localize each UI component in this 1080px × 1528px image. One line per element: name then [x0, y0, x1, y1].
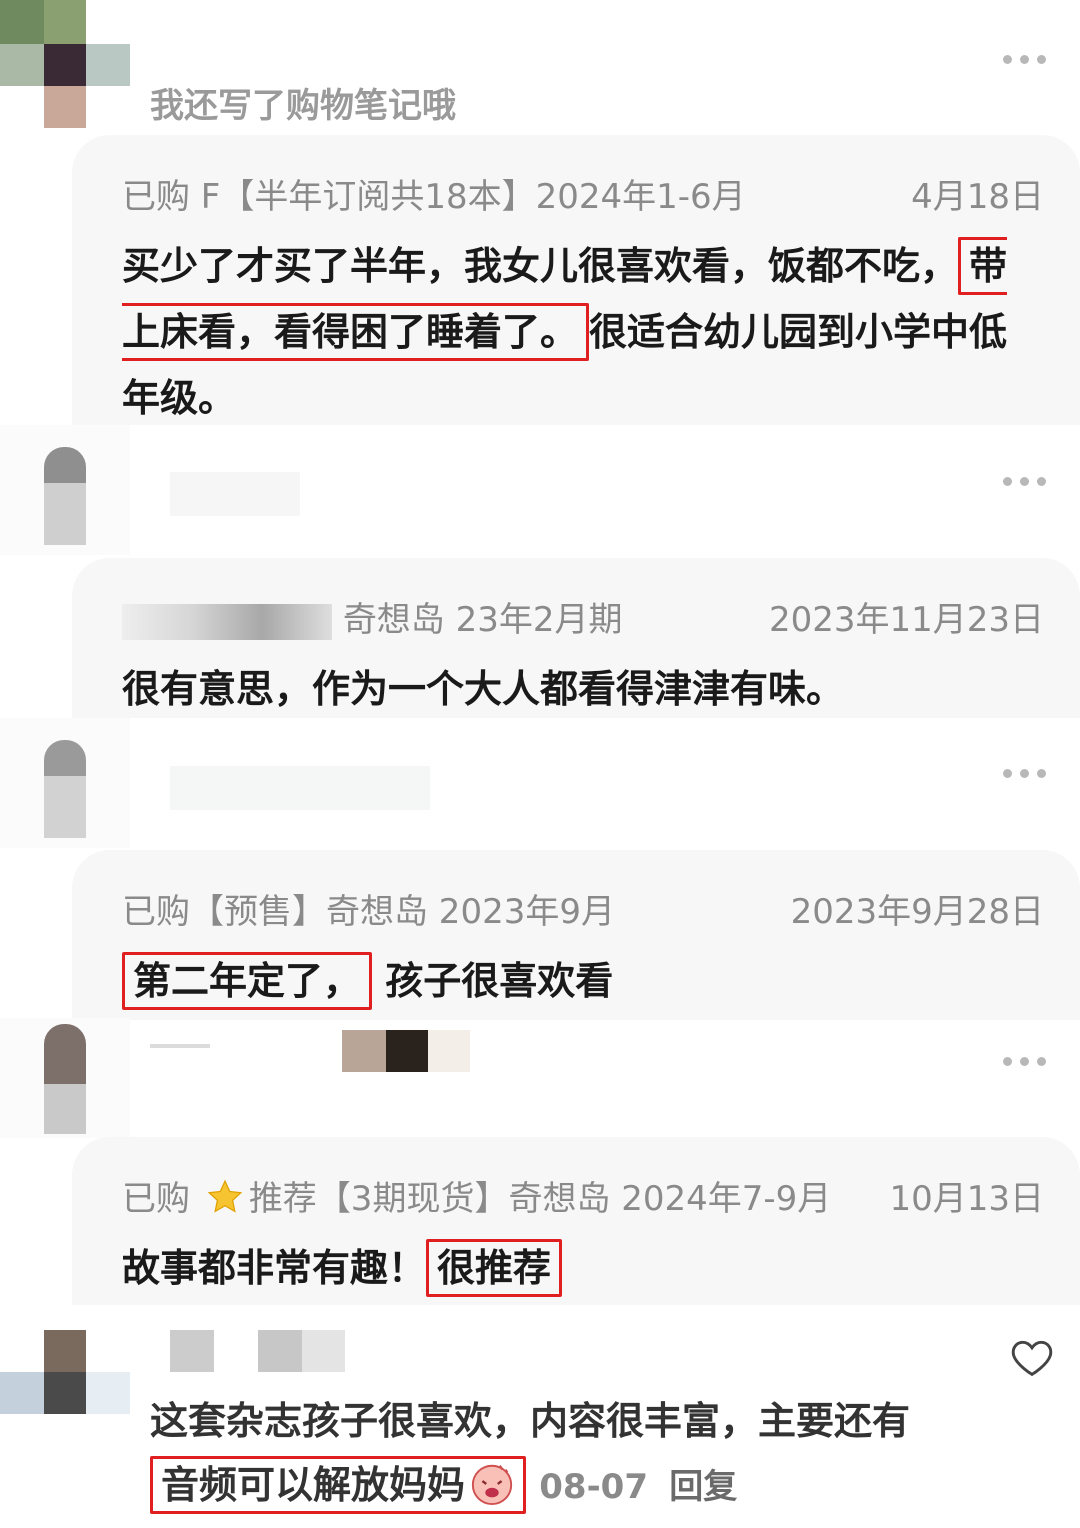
purchase-info: 已购 F【半年订阅共18本】2024年1-6月: [122, 177, 746, 217]
review-card: 已购 推荐【3期现货】奇想岛 2024年7-9月 10月13日 故事都非常有趣！…: [72, 1137, 1080, 1305]
review-meta: 已购【预售】奇想岛 2023年9月 2023年9月28日: [122, 884, 1044, 933]
more-dots-icon[interactable]: [1003, 55, 1046, 64]
heart-icon[interactable]: [1010, 1336, 1054, 1378]
review-text: 很有意思，作为一个大人都看得津津有味。: [122, 667, 845, 711]
more-dots-icon[interactable]: [1003, 477, 1046, 486]
purchase-info: 已购【预售】奇想岛 2023年9月: [122, 892, 615, 932]
emoji-icon: [471, 1464, 513, 1506]
purchase-info: 奇想岛 23年2月期: [122, 592, 623, 641]
review-date: 10月13日: [889, 1179, 1044, 1219]
avatar[interactable]: [0, 718, 130, 848]
review-date: 4月18日: [911, 177, 1044, 217]
review-card: 已购【预售】奇想岛 2023年9月 2023年9月28日 第二年定了， 孩子很喜…: [72, 850, 1080, 1020]
username-blurred: [170, 472, 300, 516]
more-dots-icon[interactable]: [1003, 1057, 1046, 1066]
review-meta: 已购 F【半年订阅共18本】2024年1-6月 4月18日: [122, 169, 1044, 218]
review-date: 2023年11月23日: [768, 600, 1044, 640]
review-text: 买少了才买了半年，我女儿很喜欢看，饭都不吃， 带上床看，看得困了睡着了。 很适合幼儿…: [122, 233, 1020, 431]
more-dots-icon[interactable]: [1003, 769, 1046, 778]
review-text: 故事都非常有趣！ 很推荐: [122, 1235, 1020, 1301]
highlight-box: 第二年定了，: [122, 952, 373, 1010]
reply-link[interactable]: 回复: [669, 1467, 737, 1507]
username-blurred: [170, 766, 430, 810]
comment-date: 08-07: [539, 1467, 648, 1507]
purchase-info-blurred: [122, 603, 332, 640]
review-date: 2023年9月28日: [790, 892, 1044, 932]
username-blurred: [150, 1030, 470, 1072]
comment-text-line2: 音频可以解放妈妈 08-07 回复: [150, 1450, 737, 1522]
recommend-badge: 推荐: [248, 1179, 317, 1219]
purchase-info: 已购 推荐【3期现货】奇想岛 2024年7-9月: [122, 1179, 832, 1219]
comment-text: 这套杂志孩子很喜欢，内容很丰富，主要还有: [150, 1399, 911, 1443]
avatar[interactable]: [0, 0, 130, 130]
review-text: 第二年定了， 孩子很喜欢看: [122, 948, 1020, 1014]
review-card: 已购 F【半年订阅共18本】2024年1-6月 4月18日 买少了才买了半年，我…: [72, 135, 1080, 425]
star-icon: [207, 1179, 243, 1213]
review-meta: 已购 推荐【3期现货】奇想岛 2024年7-9月 10月13日: [122, 1171, 1044, 1220]
highlight-box: 音频可以解放妈妈: [150, 1456, 527, 1514]
highlight-box: 很推荐: [426, 1239, 563, 1297]
avatar[interactable]: [0, 1018, 130, 1138]
review-card: 奇想岛 23年2月期 2023年11月23日 很有意思，作为一个大人都看得津津有…: [72, 558, 1080, 718]
avatar[interactable]: [0, 1330, 130, 1430]
avatar[interactable]: [0, 425, 130, 555]
review-meta: 奇想岛 23年2月期 2023年11月23日: [122, 592, 1044, 641]
comment-snippet: 我还写了购物笔记哦: [150, 86, 456, 126]
username-blurred: [170, 1330, 345, 1372]
